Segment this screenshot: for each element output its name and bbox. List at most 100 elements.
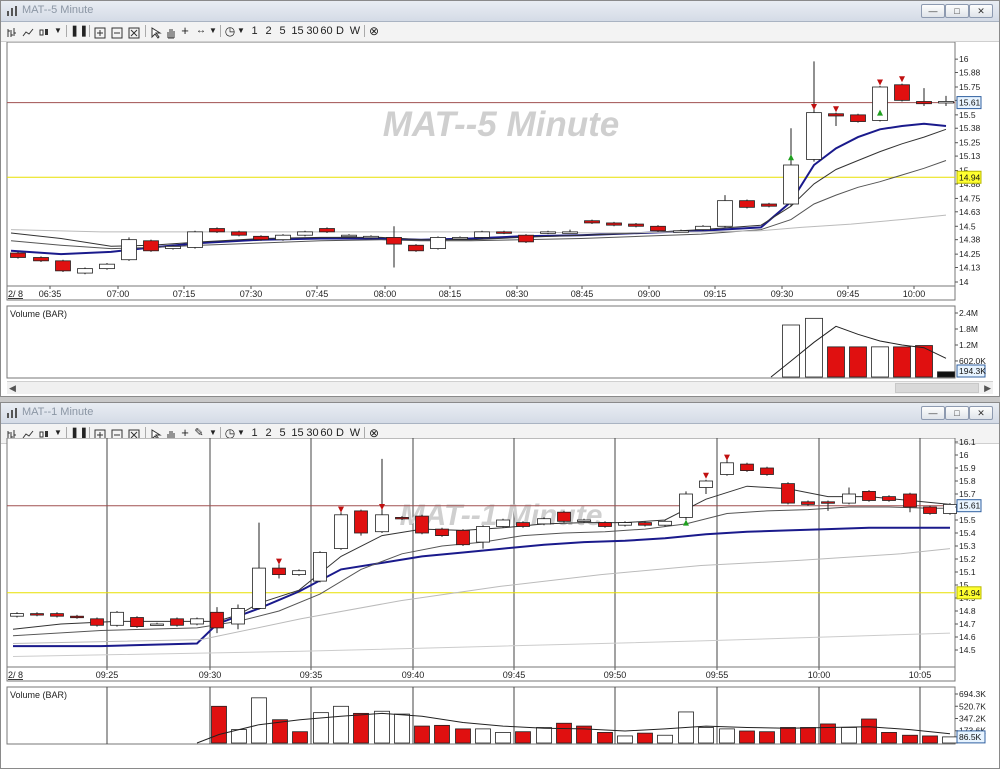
time-tick-label: 09:15 [704, 289, 727, 299]
volume-bar [515, 731, 531, 744]
volume-bar [893, 346, 911, 378]
candle-body [272, 567, 286, 576]
close-button[interactable]: ✕ [969, 406, 993, 420]
candle-body [456, 530, 470, 546]
interval-button-weekly[interactable]: W [349, 23, 361, 39]
interval-button-1[interactable]: 1 [250, 23, 259, 39]
dropdown-icon[interactable]: ▼ [54, 23, 62, 39]
candle-body [516, 522, 530, 527]
price-chart-1min[interactable]: MAT--1 Minute16.11615.915.815.715.615.51… [1, 438, 999, 768]
zoom-fit-icon[interactable] [94, 25, 106, 41]
maximize-button[interactable]: □ [945, 4, 969, 18]
pause-icon[interactable]: ❚❚ [70, 23, 88, 39]
minimize-button[interactable]: — [921, 4, 945, 18]
interval-button-30[interactable]: 30 [306, 23, 319, 39]
time-tick-label: 09:35 [300, 670, 323, 680]
candle-body [253, 235, 269, 241]
candle-body [165, 245, 181, 249]
chart-watermark: MAT--5 Minute [383, 105, 620, 144]
candle-body [584, 220, 600, 224]
price-tick-label: 15.3 [959, 541, 976, 551]
minimize-button[interactable]: — [921, 406, 945, 420]
candle-body [916, 101, 932, 105]
volume-bar [922, 735, 938, 744]
price-tick-label: 14.38 [959, 235, 981, 245]
line-chart-icon[interactable] [22, 25, 34, 41]
interval-button-5[interactable]: 5 [278, 23, 287, 39]
maximize-button[interactable]: □ [945, 406, 969, 420]
candle-body [99, 263, 115, 270]
price-tick-label: 16 [959, 450, 969, 460]
clock-icon[interactable]: ◷ [223, 23, 237, 39]
hand-icon[interactable] [165, 25, 177, 41]
volume-bar [211, 705, 227, 744]
candle-body [720, 462, 734, 475]
candle-body [33, 257, 49, 262]
zoom-box-icon[interactable] [111, 25, 123, 41]
interval-button-daily[interactable]: D [335, 23, 345, 39]
volume-bar [434, 724, 450, 744]
candle-body [783, 164, 799, 205]
candle-body [334, 514, 348, 550]
volume-pane-label: Volume (BAR) [10, 690, 67, 700]
bar-chart-icon[interactable] [6, 25, 18, 41]
price-tick-label: 15.8 [959, 476, 976, 486]
candle-body [435, 528, 449, 536]
candle-body [50, 613, 64, 617]
interval-button-60[interactable]: 60 [320, 23, 333, 39]
time-tick-label: 09:50 [604, 670, 627, 680]
crosshair-icon[interactable]: + [179, 23, 191, 39]
time-tick-label: 08:15 [439, 289, 462, 299]
horizontal-scrollbar[interactable]: ◀ ▶ [7, 381, 993, 394]
price-chart-5min[interactable]: MAT--5 Minute1615.8815.7515.6315.515.381… [1, 42, 999, 379]
candle-body [231, 231, 247, 236]
scroll-left-icon[interactable]: ◀ [9, 382, 16, 394]
pointer-icon[interactable] [150, 25, 162, 41]
price-tick-label: 14.8 [959, 606, 976, 616]
volume-bar [698, 727, 714, 744]
candle-body [828, 113, 844, 117]
candle-body [231, 607, 245, 625]
volume-pane-label: Volume (BAR) [10, 309, 67, 319]
candle-body [190, 618, 204, 625]
candle-body [540, 231, 556, 234]
volume-bar [475, 728, 491, 744]
scroll-right-icon[interactable]: ▶ [984, 382, 991, 394]
scrollbar-thumb[interactable] [895, 383, 979, 393]
title-bar[interactable]: MAT--1 Minute — □ ✕ [1, 403, 999, 424]
measure-icon[interactable]: ↔ [193, 23, 209, 39]
date-label: 2/ 8 [8, 670, 23, 680]
drawing-dropdown-icon[interactable]: ▼ [209, 23, 217, 39]
candle-body [695, 225, 711, 231]
volume-tick-label: 1.8M [959, 324, 978, 334]
close-circle-icon[interactable]: ⊗ [367, 23, 381, 39]
volume-bar [881, 732, 897, 744]
candle-body [386, 237, 402, 245]
zoom-in-icon[interactable] [128, 25, 140, 41]
price-badge-label: 15.61 [959, 98, 981, 108]
interval-button-2[interactable]: 2 [264, 23, 273, 39]
volume-bar [292, 731, 308, 744]
candle-body [476, 526, 490, 543]
time-tick-label: 09:30 [771, 289, 794, 299]
time-tick-label: 09:00 [638, 289, 661, 299]
price-tick-label: 14 [959, 277, 969, 287]
title-bar[interactable]: MAT--5 Minute — □ ✕ [1, 1, 999, 22]
volume-badge-label: 194.3K [959, 366, 986, 376]
candle-chart-icon[interactable] [38, 25, 50, 41]
candle-body [577, 519, 591, 522]
candle-body [210, 611, 224, 629]
close-button[interactable]: ✕ [969, 4, 993, 18]
candle-body [882, 496, 896, 501]
candle-body [363, 235, 379, 239]
price-tick-label: 16 [959, 54, 969, 64]
interval-button-15[interactable]: 15 [291, 23, 304, 39]
time-tick-label: 09:40 [402, 670, 425, 680]
volume-tick-label: 347.2K [959, 713, 986, 723]
clock-dropdown-icon[interactable]: ▼ [237, 23, 245, 39]
window-title: MAT--5 Minute [22, 4, 94, 16]
candle-body [121, 239, 137, 261]
time-tick-label: 09:30 [199, 670, 222, 680]
candle-body [606, 222, 622, 226]
volume-bar [536, 727, 552, 744]
